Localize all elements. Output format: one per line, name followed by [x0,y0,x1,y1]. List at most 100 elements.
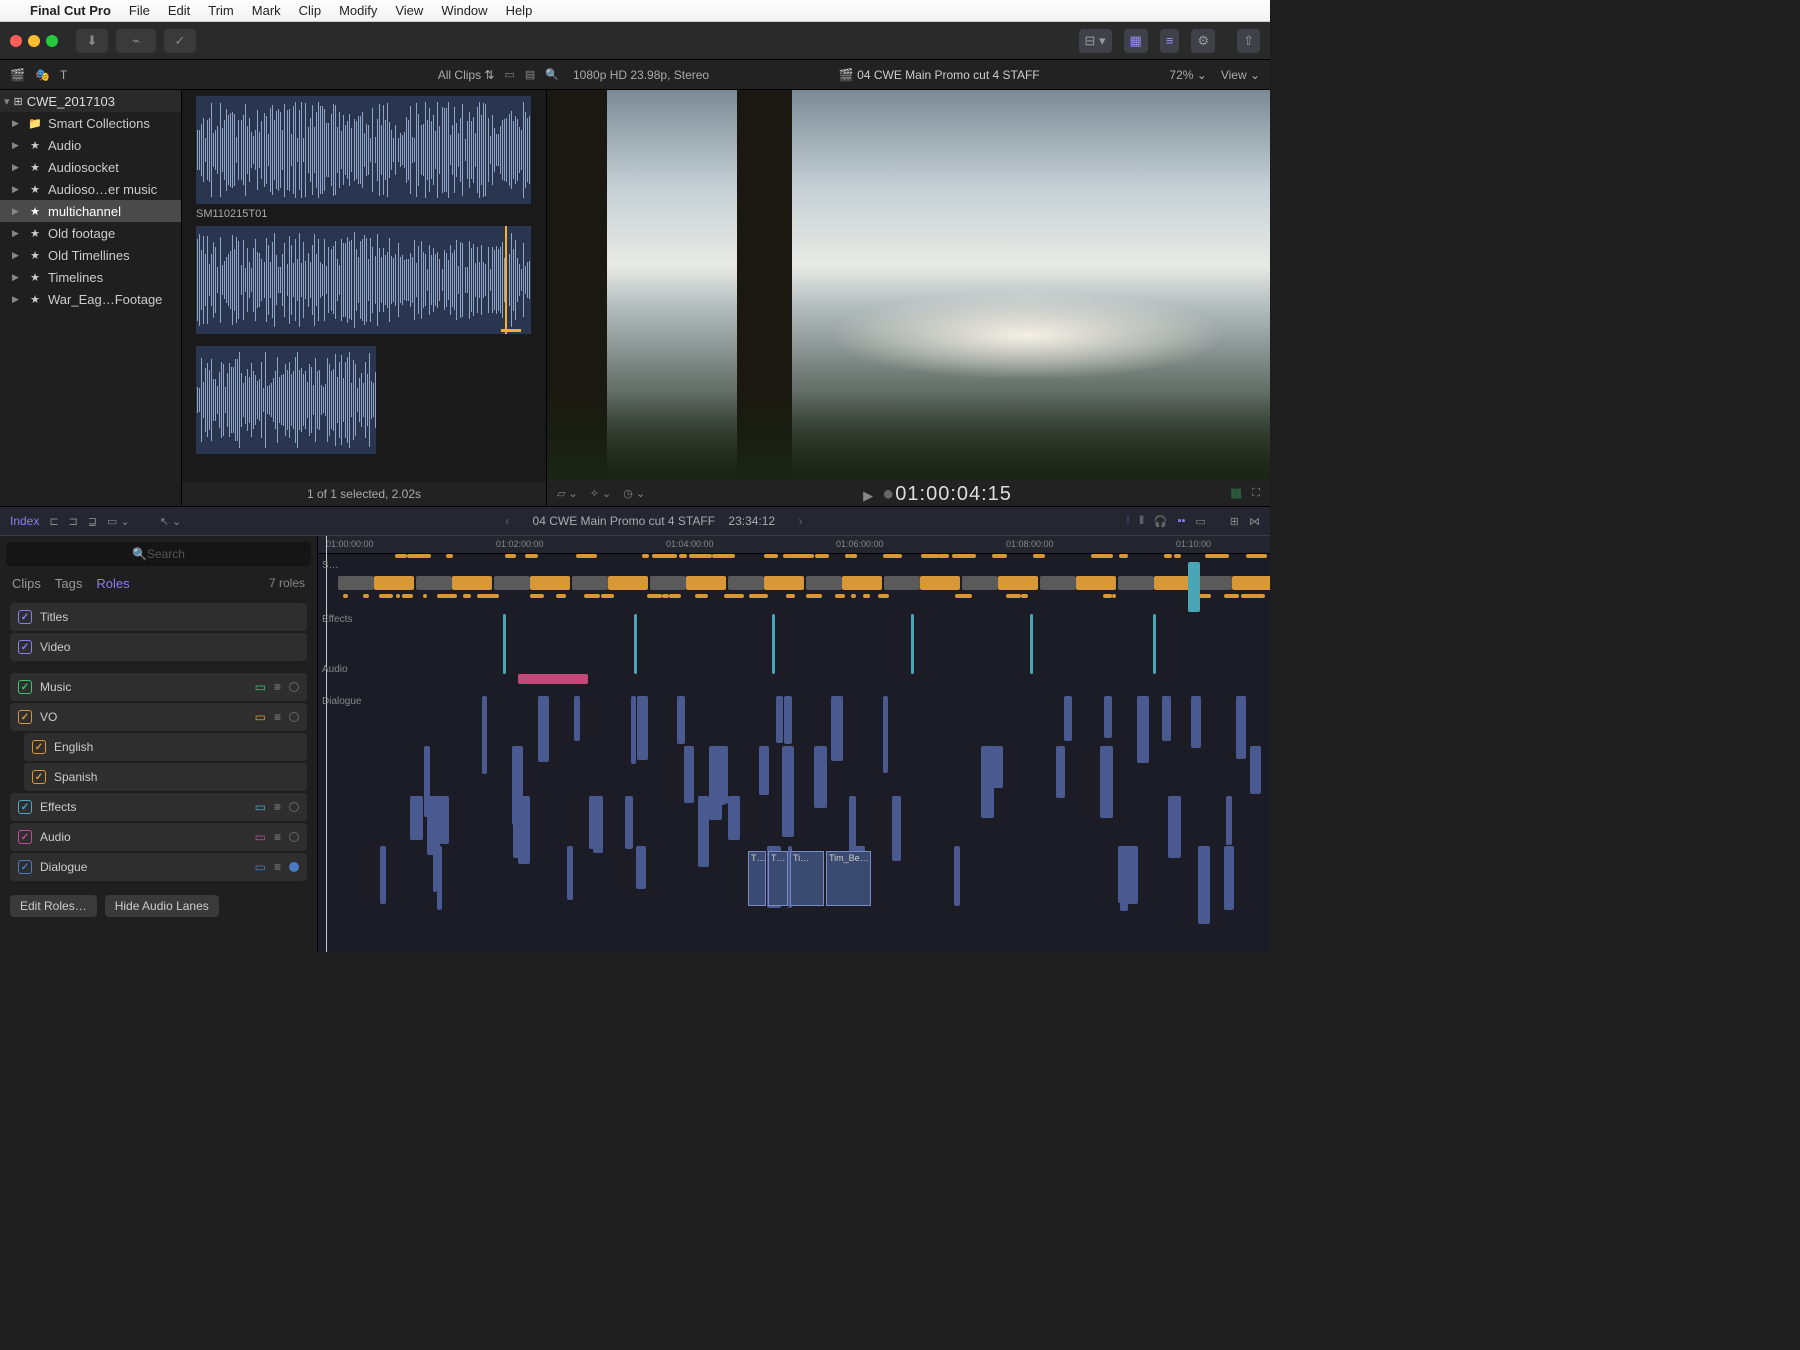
sidebar-item-old-timellines[interactable]: ▶★Old Timellines [0,244,181,266]
timeline-clip[interactable] [410,796,423,840]
timeline-clip[interactable] [1006,594,1020,598]
timeline-clip[interactable] [849,554,857,558]
timeline-clip[interactable] [1199,594,1211,598]
timeline-clip[interactable] [1168,796,1181,858]
sidebar-item-audio[interactable]: ▶★Audio [0,134,181,156]
timeline-clip[interactable] [518,674,588,684]
role-titles[interactable]: ✓Titles [10,603,307,631]
timeline-clip[interactable] [878,594,889,598]
timeline-clip[interactable] [395,554,407,558]
tab-tags[interactable]: Tags [55,576,82,591]
timeline-clip[interactable] [631,696,635,764]
timeline-clip[interactable] [679,554,687,558]
titles-icon[interactable]: T [60,68,67,82]
timeline-clip[interactable] [525,554,538,558]
timeline-clip[interactable] [835,594,845,598]
sidebar-item-timelines[interactable]: ▶★Timelines [0,266,181,288]
timeline-clip[interactable] [1164,554,1171,558]
library-icon[interactable]: 🎬 [10,68,25,82]
filmstrip-icon[interactable]: ▭ [504,68,514,81]
timeline-clip[interactable] [1246,554,1267,558]
timeline-clip[interactable] [684,746,694,803]
photos-icon[interactable]: 🎭 [35,68,50,82]
minimize-button[interactable] [28,35,40,47]
timeline-clip[interactable] [374,576,414,590]
timeline-clip[interactable] [637,696,648,760]
timeline-clip[interactable] [1033,554,1045,558]
timeline-clip[interactable] [556,594,567,598]
timeline-clip[interactable] [960,554,975,558]
timeline-clip[interactable] [784,696,792,744]
timeline-clip[interactable] [1241,594,1254,598]
timeline-clip[interactable] [494,576,530,590]
background-tasks-button[interactable]: ✓ [164,29,196,53]
view-menu[interactable]: View ⌄ [1221,68,1260,82]
timeline-clip[interactable] [1118,576,1154,590]
timeline-clip[interactable] [842,576,882,590]
menu-window[interactable]: Window [441,3,487,18]
timeline-clip[interactable] [482,696,487,774]
timeline-clip[interactable] [574,696,580,741]
fullscreen-icon[interactable]: ⛶ [1252,487,1260,500]
timeline-clip[interactable] [452,576,492,590]
timeline-clip[interactable] [662,594,668,598]
tab-roles[interactable]: Roles [96,576,129,591]
timeline-clip[interactable] [1198,846,1210,924]
timeline-clip[interactable] [439,796,449,844]
append-icon[interactable]: ⊒ [88,515,97,528]
menu-file[interactable]: File [129,3,150,18]
timeline-clip[interactable] [485,594,499,598]
insert-icon[interactable]: ⊐ [69,515,78,528]
timeline-clip[interactable] [538,696,550,762]
timeline-clip[interactable] [634,614,637,674]
sidebar-item-war-eag-footage[interactable]: ▶★War_Eag…Footage [0,288,181,310]
selected-clip[interactable]: T… [768,851,788,906]
edit-roles-button[interactable]: Edit Roles… [10,895,97,917]
timeline-clip[interactable] [1064,696,1072,741]
timeline-clip[interactable] [503,614,506,674]
timeline-clip[interactable] [786,594,794,598]
timeline-clip[interactable] [831,696,843,761]
timeline-clip[interactable] [1119,554,1128,558]
clip-thumb-3[interactable] [196,346,376,454]
play-icon[interactable]: ▶ [863,488,874,503]
timeline-clip[interactable] [607,594,613,598]
timeline-clip[interactable] [433,846,438,892]
timeline-clip[interactable] [962,576,998,590]
timeline-clip[interactable] [764,554,779,558]
timeline-clip[interactable] [530,576,570,590]
menu-help[interactable]: Help [506,3,533,18]
timeline-clip[interactable] [895,554,901,558]
timeline-clip[interactable] [669,594,681,598]
timeline-clip[interactable] [1137,696,1149,763]
connect-icon[interactable]: ⊏ [49,515,58,528]
timeline-clip[interactable] [911,614,914,674]
clip-thumb-1[interactable] [196,96,531,204]
skimming-icon[interactable]: ⫴ [1139,515,1144,528]
timeline-clip[interactable] [727,594,737,598]
solo-icon[interactable]: ▪▪ [1178,515,1186,527]
timeline-clip[interactable] [695,594,708,598]
timeline-clip[interactable] [884,576,920,590]
sidebar-item-smart-collections[interactable]: ▶📁Smart Collections [0,112,181,134]
timeline-clip[interactable] [513,796,522,858]
timeline-clip[interactable] [776,696,782,743]
timeline-clip[interactable] [363,594,368,598]
role-audio[interactable]: ✓Audio▭≡ [10,823,307,851]
timeline-clip[interactable] [755,594,767,598]
role-dialogue[interactable]: ✓Dialogue▭≡ [10,853,307,881]
role-vo[interactable]: ✓VO▭≡ [10,703,307,731]
hide-lanes-button[interactable]: Hide Audio Lanes [105,895,219,917]
timeline-clip[interactable] [642,554,649,558]
timeline-clip[interactable] [1100,746,1113,818]
menu-modify[interactable]: Modify [339,3,377,18]
timeline-clip[interactable] [625,796,633,849]
timeline-clip[interactable] [1106,594,1112,598]
timeline-clip[interactable] [1174,554,1181,558]
timeline-clip[interactable] [983,746,987,816]
timeline-clip[interactable] [714,746,728,804]
timeline-clip[interactable] [960,594,972,598]
timeline-clip[interactable] [338,576,374,590]
timeline-clip[interactable] [686,576,726,590]
viewer-canvas[interactable] [547,90,1270,480]
